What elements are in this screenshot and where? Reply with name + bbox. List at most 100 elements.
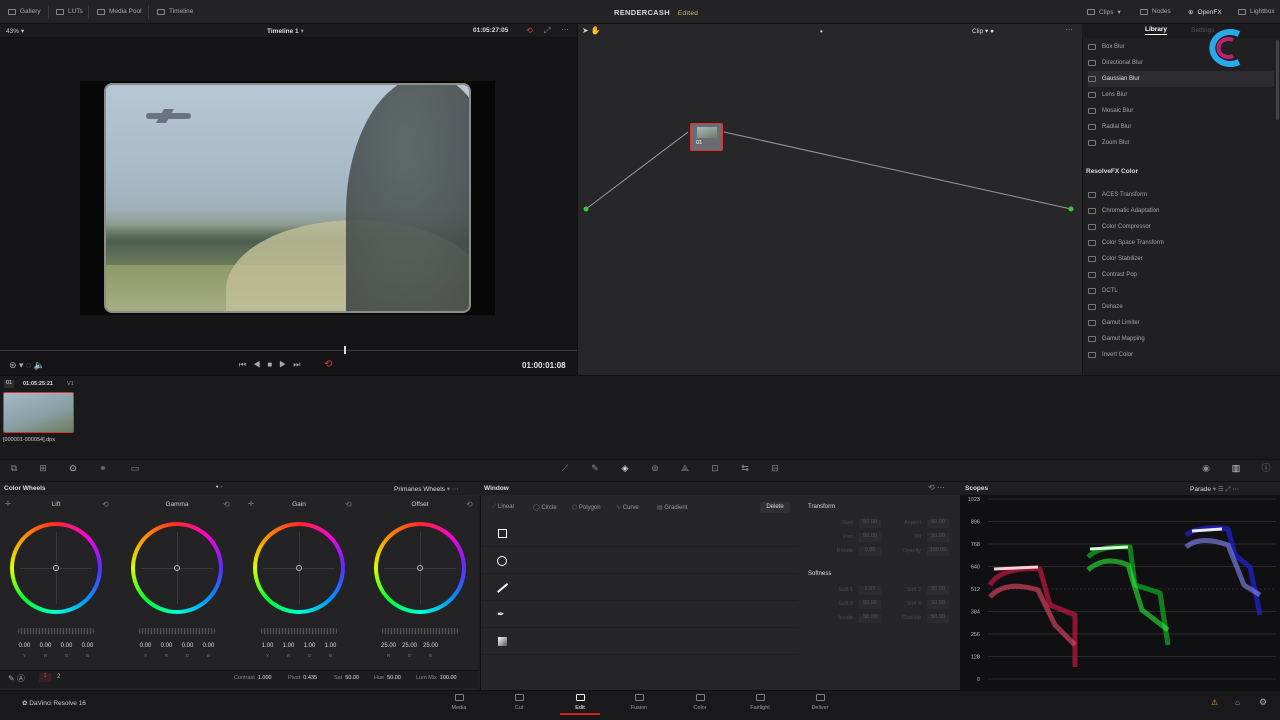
info-icon[interactable]: ⓘ: [1260, 462, 1272, 474]
field-value[interactable]: 2.07: [859, 586, 881, 595]
timeline-button[interactable]: Timeline: [157, 8, 193, 15]
field-value[interactable]: 50.00: [927, 586, 949, 595]
library-item[interactable]: Color Space Transform: [1088, 235, 1274, 251]
page-edit[interactable]: Edit: [560, 694, 600, 715]
nodes-button[interactable]: Nodes: [1140, 8, 1171, 15]
library-item[interactable]: Directional Blur: [1088, 55, 1274, 71]
scrubber-bar[interactable]: [0, 350, 577, 351]
window-icon[interactable]: ◈: [619, 462, 631, 474]
input-connector[interactable]: [583, 206, 589, 212]
color-match-icon[interactable]: ⊞: [37, 462, 49, 474]
transport-controls[interactable]: ⏮◀■▶⏭: [239, 360, 308, 370]
master-wheel-2[interactable]: [261, 628, 337, 634]
reset-icon[interactable]: ⟲: [345, 500, 352, 509]
scopes-icon[interactable]: ▥: [1230, 462, 1242, 474]
camera-raw-icon[interactable]: ⧉: [8, 462, 20, 474]
node-more-icon[interactable]: ⋯: [1065, 25, 1073, 34]
page-fusion[interactable]: Fusion: [619, 694, 659, 711]
reset-icon[interactable]: ⟲: [223, 500, 230, 509]
window-row-circle[interactable]: [482, 547, 798, 574]
luts-button[interactable]: LUTs: [56, 8, 83, 15]
page-fairlight[interactable]: Fairlight: [740, 694, 780, 711]
wheel-value[interactable]: 0.00: [16, 643, 33, 649]
tool-gradient[interactable]: ▤ Gradient: [657, 504, 687, 511]
pivot-field[interactable]: Pivot 0.435: [288, 675, 317, 681]
pen-window-icon[interactable]: ✒: [497, 609, 505, 620]
zoom-select[interactable]: 43% ▾: [6, 27, 24, 35]
hue-field[interactable]: Hue 50.00: [374, 675, 401, 681]
reset-icon[interactable]: ⟲: [102, 500, 109, 509]
curves-icon[interactable]: ⟋: [559, 462, 571, 474]
tool-circle[interactable]: ◯ Circle: [533, 504, 557, 511]
output-connector[interactable]: [1068, 206, 1074, 212]
sizing-icon[interactable]: ⊟: [769, 462, 781, 474]
page-1-button[interactable]: 1: [39, 673, 51, 682]
media-pool-button[interactable]: Media Pool: [97, 8, 142, 15]
library-item[interactable]: Zoom Blur: [1088, 135, 1274, 151]
field-value[interactable]: 50.00: [859, 519, 881, 528]
openfx-button[interactable]: ⊕ OpenFX: [1188, 8, 1222, 17]
eye-icon[interactable]: ◉: [1200, 462, 1212, 474]
field-value[interactable]: 50.00: [927, 519, 949, 528]
more-options-icon[interactable]: ⋯: [561, 25, 569, 34]
library-item[interactable]: Mosaic Blur: [1088, 103, 1274, 119]
auto-balance-icon[interactable]: ✎ Ⓐ: [8, 673, 25, 684]
field-value[interactable]: 0.00: [859, 547, 881, 556]
library-item[interactable]: Gaussian Blur: [1088, 71, 1274, 87]
window-reset-icon[interactable]: ⟲ ⋯: [928, 483, 945, 492]
timeline-name[interactable]: Timeline 1 ▾: [267, 27, 304, 35]
library-item[interactable]: ACES Transform: [1088, 187, 1274, 203]
gallery-button[interactable]: Gallery: [8, 8, 41, 15]
library-item[interactable]: Gamut Limiter: [1088, 315, 1274, 331]
tool-curve[interactable]: ∿ Curve: [616, 504, 639, 511]
library-item[interactable]: Dehaze: [1088, 299, 1274, 315]
field-value[interactable]: 100.00: [927, 547, 949, 556]
window-row-gradient[interactable]: [482, 628, 798, 655]
master-wheel-0[interactable]: [18, 628, 94, 634]
wheel-value[interactable]: 1.00: [280, 643, 297, 649]
clip-thumbnail[interactable]: [3, 392, 74, 433]
picker-icon[interactable]: ✛: [5, 500, 11, 508]
master-wheel-3[interactable]: [382, 628, 458, 634]
color-wheel-offset[interactable]: [374, 522, 466, 614]
library-item[interactable]: Contrast Pop: [1088, 267, 1274, 283]
color-wheel-gain[interactable]: [253, 522, 345, 614]
wheel-value[interactable]: 1.00: [322, 643, 339, 649]
library-item[interactable]: Color Stabilizer: [1088, 251, 1274, 267]
sat-field[interactable]: Sat 50.00: [334, 675, 359, 681]
blur-icon[interactable]: ⊡: [709, 462, 721, 474]
wheel-value[interactable]: 25.00: [422, 643, 439, 649]
field-value[interactable]: 50.00: [859, 533, 881, 542]
clips-button[interactable]: Clips ▾: [1087, 8, 1121, 16]
library-item[interactable]: Chromatic Adaptation: [1088, 203, 1274, 219]
circle-window-icon[interactable]: [497, 556, 507, 566]
field-value[interactable]: 50.00: [859, 614, 881, 623]
fullscreen-icon[interactable]: ⤢: [544, 26, 550, 36]
library-item[interactable]: Invert Color: [1088, 347, 1274, 363]
audio-icon[interactable]: ⊛ ▾ ◌ 🔈: [9, 360, 45, 371]
tool-linear[interactable]: ⟋ Linear: [492, 504, 515, 511]
gradient-window-icon[interactable]: [498, 637, 507, 646]
gain-picker-icon[interactable]: ✛: [248, 500, 254, 508]
color-wheel-lift[interactable]: [10, 522, 102, 614]
window-row-pen[interactable]: ✒: [482, 601, 798, 628]
key-icon[interactable]: ⇆: [739, 462, 751, 474]
wheel-value[interactable]: 0.00: [179, 643, 196, 649]
delete-button[interactable]: Delete: [760, 502, 790, 513]
field-value[interactable]: 50.00: [927, 533, 949, 542]
wheel-value[interactable]: 0.00: [200, 643, 217, 649]
field-value[interactable]: 50.00: [927, 600, 949, 609]
page-deliver[interactable]: Deliver: [800, 694, 840, 711]
color-wheel-gamma[interactable]: [131, 522, 223, 614]
lum-mix-field[interactable]: Lum Mix 100.00: [416, 675, 457, 681]
page-color[interactable]: Color: [680, 694, 720, 711]
settings-icon[interactable]: ⚙: [1259, 697, 1267, 708]
window-row-square[interactable]: [482, 520, 798, 547]
library-item[interactable]: DCTL: [1088, 283, 1274, 299]
lightbox-button[interactable]: Lightbox: [1238, 8, 1275, 15]
wheel-value[interactable]: 1.00: [259, 643, 276, 649]
bypass-icon[interactable]: ⟲: [526, 26, 533, 35]
field-value[interactable]: 50.00: [927, 614, 949, 623]
scope-mode-select[interactable]: Parade ▾ ☰ ⤢ ⋯: [1190, 485, 1239, 494]
page-2-button[interactable]: 2: [57, 674, 60, 680]
